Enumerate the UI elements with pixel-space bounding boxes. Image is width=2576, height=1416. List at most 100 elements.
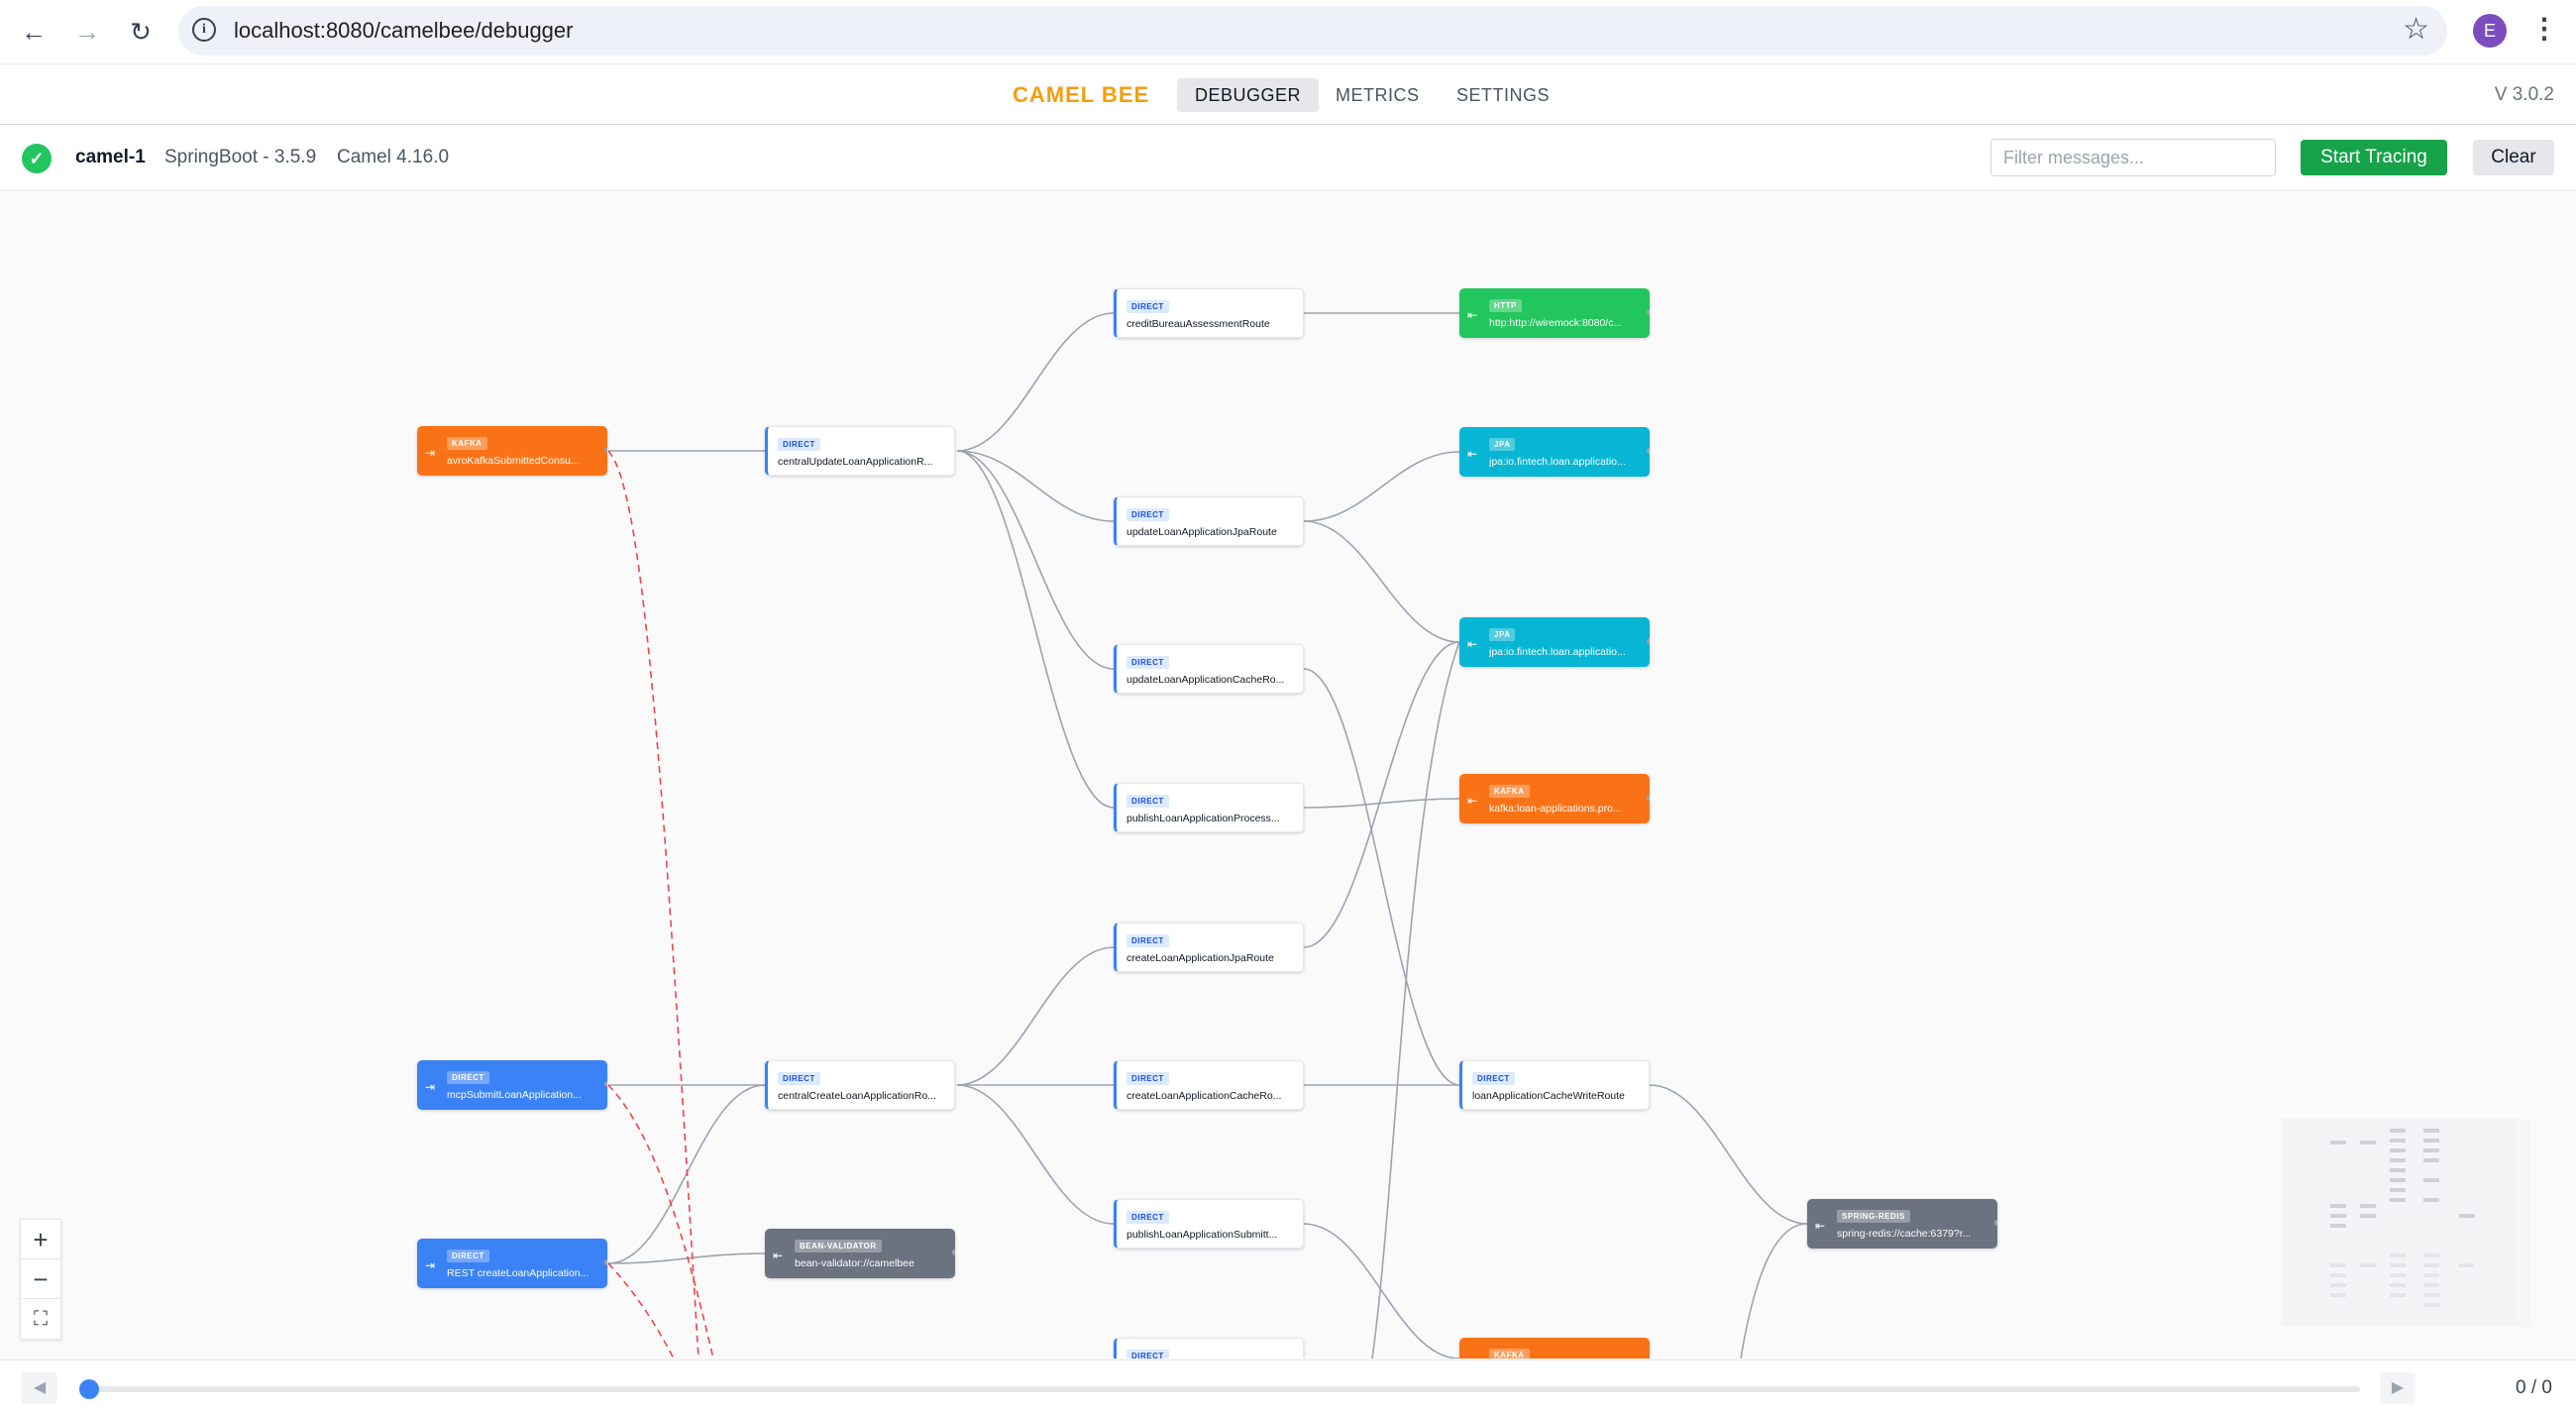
node-label: REST createLoanApplication...	[447, 1267, 590, 1279]
address-bar[interactable]: i localhost:8080/camelbee/debugger ☆	[178, 6, 2447, 55]
node-label: bean-validator://camelbee	[795, 1257, 914, 1269]
context-status-bar: ✓ camel-1 SpringBoot - 3.5.9 Camel 4.16.…	[0, 125, 2576, 191]
tab-metrics[interactable]: METRICS	[1318, 78, 1438, 112]
route-node[interactable]: ⇥ KAFKA avroKafkaSubmittedConsu...	[417, 426, 607, 476]
message-counter: 0 / 0	[2516, 1377, 2552, 1398]
edge-handle	[604, 1259, 607, 1265]
node-label: http:http://wiremock:8080/c...	[1489, 317, 1623, 329]
graph-edges	[607, 312, 1808, 1359]
profile-avatar[interactable]: E	[2473, 14, 2507, 48]
route-node[interactable]: DIRECT creditBureauAssessmentRoute	[1114, 288, 1304, 338]
route-node[interactable]: DIRECT	[1114, 1338, 1304, 1359]
route-node[interactable]: ⇤ KAFKA	[1459, 1338, 1650, 1359]
route-node[interactable]: ⇥ DIRECT REST createLoanApplication...	[417, 1239, 607, 1288]
timeline-slider-track[interactable]	[89, 1386, 2360, 1392]
route-node[interactable]: DIRECT createLoanApplicationCacheRo...	[1114, 1060, 1304, 1110]
site-info-icon[interactable]: i	[192, 18, 216, 42]
component-badge: DIRECT	[1127, 508, 1169, 521]
route-node[interactable]: DIRECT createLoanApplicationJpaRoute	[1114, 923, 1304, 972]
component-badge: JPA	[1489, 628, 1516, 641]
brand-logo: CAMEL BEE	[1013, 82, 1150, 107]
component-badge: KAFKA	[447, 437, 487, 450]
start-tracing-button[interactable]: Start Tracing	[2301, 140, 2447, 175]
producer-icon: ⇤	[1467, 308, 1478, 322]
node-label: avroKafkaSubmittedConsu...	[447, 455, 580, 467]
component-badge: DIRECT	[1127, 795, 1169, 808]
producer-icon: ⇤	[1815, 1219, 1826, 1233]
edge	[956, 450, 1115, 670]
route-node[interactable]: ⇤ BEAN-VALIDATOR bean-validator://camelb…	[765, 1229, 955, 1278]
status-check-icon: ✓	[22, 144, 52, 173]
component-badge: DIRECT	[1127, 1072, 1169, 1085]
fit-view-button[interactable]: ⛶	[21, 1299, 60, 1339]
zoom-out-button[interactable]: −	[21, 1259, 60, 1299]
component-badge: SPRING-REDIS	[1837, 1210, 1910, 1223]
route-node[interactable]: DIRECT centralUpdateLoanApplicationR...	[765, 426, 955, 476]
component-badge: DIRECT	[1127, 656, 1169, 669]
clear-button[interactable]: Clear	[2473, 140, 2554, 175]
edge	[1303, 798, 1460, 809]
edge	[1303, 1223, 1460, 1359]
edge-handle	[1647, 448, 1650, 454]
route-node[interactable]: ⇥ DIRECT mcpSubmitLoanApplication...	[417, 1060, 607, 1110]
node-label: spring-redis://cache:6379?r...	[1837, 1228, 1972, 1240]
edge-handle	[1647, 795, 1650, 801]
tab-settings[interactable]: SETTINGS	[1439, 78, 1567, 112]
component-badge: JPA	[1489, 438, 1516, 451]
node-label: createLoanApplicationJpaRoute	[1127, 952, 1274, 964]
reload-icon[interactable]: ↻	[123, 14, 159, 50]
error-edge	[607, 450, 699, 1359]
route-node[interactable]: DIRECT updateLoanApplicationCacheRo...	[1114, 644, 1304, 694]
edge-handle	[1994, 1220, 1997, 1226]
bookmark-star-icon[interactable]: ☆	[2403, 12, 2429, 47]
app-header: CAMEL BEE DEBUGGER METRICS SETTINGS V 3.…	[0, 64, 2576, 125]
route-node[interactable]: DIRECT publishLoanApplicationSubmitt...	[1114, 1199, 1304, 1249]
edge-handle	[1647, 309, 1650, 315]
node-label: centralUpdateLoanApplicationR...	[778, 456, 933, 468]
edge-handle	[604, 1081, 607, 1087]
route-node[interactable]: ⇤ JPA jpa:io.fintech.loan.applicatio...	[1459, 427, 1650, 477]
route-node[interactable]: ⇤ JPA jpa:io.fintech.loan.applicatio...	[1459, 617, 1650, 667]
node-label: updateLoanApplicationCacheRo...	[1127, 674, 1285, 686]
forward-icon[interactable]: →	[69, 14, 105, 50]
url-text[interactable]: localhost:8080/camelbee/debugger	[234, 18, 573, 44]
component-badge: KAFKA	[1489, 1349, 1530, 1359]
edge	[956, 450, 1115, 809]
back-icon[interactable]: ←	[16, 14, 52, 50]
edge	[1371, 641, 1460, 1359]
component-badge: DIRECT	[1127, 1211, 1169, 1224]
next-message-button[interactable]: ▶	[2380, 1372, 2415, 1404]
edge-handle	[604, 447, 607, 453]
error-edge	[607, 1262, 675, 1359]
route-node[interactable]: ⇤ SPRING-REDIS spring-redis://cache:6379…	[1807, 1199, 1997, 1249]
route-node[interactable]: ⇤ HTTP http:http://wiremock:8080/c...	[1459, 288, 1650, 338]
previous-message-button[interactable]: ◀	[22, 1372, 57, 1404]
filter-messages-input[interactable]	[1990, 139, 2276, 176]
minimap-preview	[2330, 1129, 2475, 1307]
node-label: loanApplicationCacheWriteRoute	[1472, 1090, 1625, 1102]
edge-handle	[1647, 638, 1650, 644]
edge	[1303, 520, 1460, 643]
node-label: creditBureauAssessmentRoute	[1127, 318, 1270, 330]
route-node[interactable]: DIRECT updateLoanApplicationJpaRoute	[1114, 496, 1304, 546]
browser-menu-icon[interactable]: ⋮	[2530, 12, 2558, 45]
node-label: publishLoanApplicationSubmitt...	[1127, 1229, 1278, 1241]
zoom-in-button[interactable]: +	[21, 1220, 60, 1259]
route-node[interactable]: DIRECT centralCreateLoanApplicationRo...	[765, 1060, 955, 1110]
tab-debugger[interactable]: DEBUGGER	[1177, 78, 1320, 112]
route-node[interactable]: DIRECT publishLoanApplicationProcess...	[1114, 783, 1304, 832]
route-node[interactable]: ⇤ KAFKA kafka:loan-applications.pro...	[1459, 774, 1650, 823]
timeline-slider-thumb[interactable]	[79, 1379, 99, 1399]
route-graph-canvas[interactable]: ⇥ KAFKA avroKafkaSubmittedConsu... ⇥ DIR…	[0, 191, 2576, 1359]
route-node[interactable]: DIRECT loanApplicationCacheWriteRoute	[1459, 1060, 1650, 1110]
node-label: mcpSubmitLoanApplication...	[447, 1089, 582, 1101]
producer-icon: ⇤	[1467, 1358, 1477, 1359]
consumer-icon: ⇥	[425, 1080, 436, 1094]
producer-icon: ⇤	[1467, 447, 1478, 461]
component-badge: DIRECT	[1127, 934, 1169, 947]
message-timeline: ◀ ▶ 0 / 0	[0, 1360, 2576, 1416]
component-badge: DIRECT	[1127, 300, 1169, 313]
graph-minimap[interactable]	[2281, 1119, 2530, 1327]
consumer-icon: ⇥	[425, 446, 436, 460]
node-label: publishLoanApplicationProcess...	[1127, 813, 1280, 824]
